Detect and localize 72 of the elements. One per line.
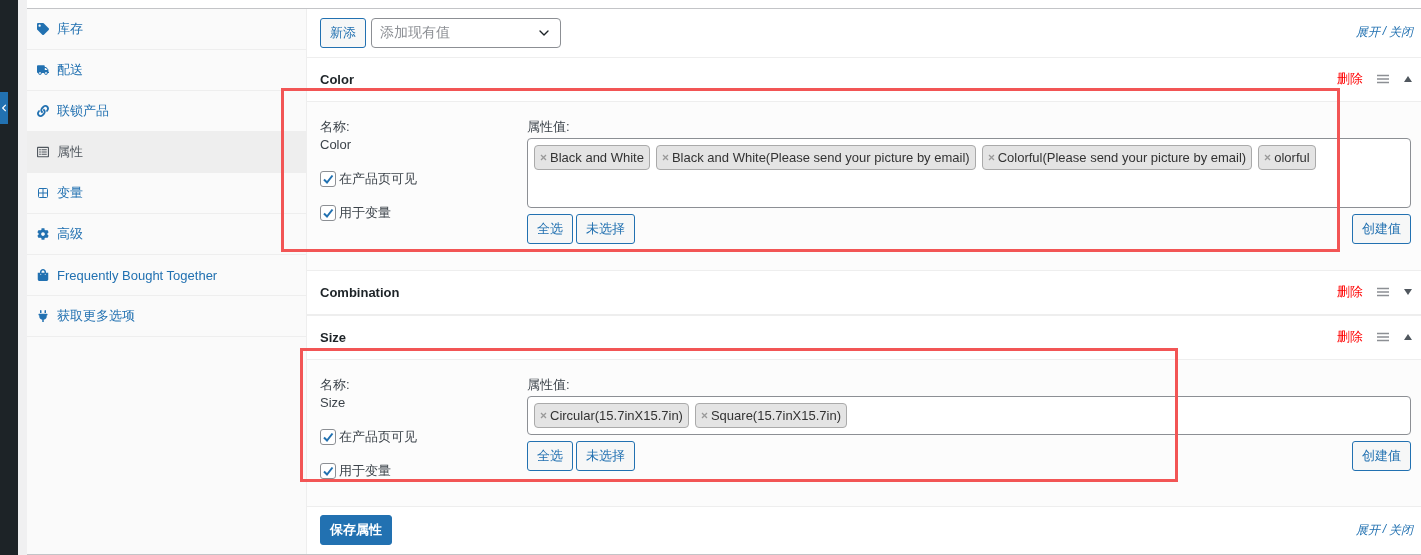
close-link[interactable]: 关闭 <box>1389 24 1413 42</box>
bag-icon <box>37 269 49 281</box>
value-tag[interactable]: Colorful(Please send your picture by email) <box>981 144 1253 170</box>
link-icon <box>37 105 49 117</box>
values-label: 属性值: <box>527 117 571 136</box>
attribute-name: Combination <box>320 284 400 300</box>
checkbox[interactable] <box>320 204 336 221</box>
checkbox[interactable] <box>320 170 336 187</box>
value-tag[interactable]: Circular(15.7inX15.7in) <box>534 402 689 428</box>
checkbox-label: 在产品页可见 <box>339 169 417 188</box>
value-tag[interactable]: olorful <box>1258 144 1316 170</box>
create-value-button[interactable]: 创建值 <box>1352 213 1411 244</box>
separator: / <box>1382 24 1386 41</box>
value-select[interactable]: 添加现有值 <box>371 17 561 48</box>
attribute-name: Size <box>320 329 346 345</box>
name-value: Color <box>320 135 353 154</box>
triangle-up-icon[interactable] <box>1403 333 1413 341</box>
checkbox[interactable] <box>320 462 336 479</box>
checkbox-label: 用于变量 <box>339 203 391 222</box>
expand-link[interactable]: 展开 <box>1355 24 1380 42</box>
chevron-left-icon <box>0 104 8 112</box>
select-none-button[interactable]: 未选择 <box>576 213 635 244</box>
checkbox-label: 用于变量 <box>339 461 391 480</box>
add-button[interactable]: 新添 <box>320 17 366 48</box>
value-tag[interactable]: Square(15.7inX15.7in) <box>694 402 848 428</box>
list-icon <box>37 146 49 158</box>
tag-icon <box>37 23 49 35</box>
triangle-up-icon[interactable] <box>1403 75 1413 83</box>
truck-icon <box>37 64 49 76</box>
sidebar-item[interactable]: 高级 <box>27 214 306 255</box>
drag-handle-icon[interactable] <box>1377 332 1389 342</box>
sidebar-item[interactable]: 属性 <box>27 132 306 173</box>
plug-icon <box>37 310 49 322</box>
drag-handle-icon[interactable] <box>1377 74 1389 84</box>
value-tag[interactable]: Black and White(Please send your picture by email) <box>655 144 976 170</box>
delete-link[interactable]: 删除 <box>1337 70 1363 88</box>
remove-icon[interactable] <box>540 411 547 419</box>
sidebar-item[interactable]: 库存 <box>27 9 306 50</box>
remove-icon[interactable] <box>987 153 995 161</box>
remove-icon[interactable] <box>1264 153 1272 161</box>
select-none-button[interactable]: 未选择 <box>576 440 635 471</box>
select-all-button[interactable]: 全选 <box>527 440 573 471</box>
sidebar-item[interactable]: Frequently Bought Together <box>27 255 306 296</box>
gear-icon <box>37 228 49 240</box>
checkbox[interactable] <box>320 428 336 445</box>
delete-link[interactable]: 删除 <box>1337 283 1363 301</box>
collapse-tab[interactable] <box>0 92 8 124</box>
select-all-button[interactable]: 全选 <box>527 213 573 244</box>
sidebar-item[interactable]: 变量 <box>27 173 306 214</box>
separator: / <box>1382 521 1386 538</box>
values-field[interactable]: Black and White Black and White(Please send your picture by email) Colorful(Please send your picture by email) olorful <box>527 137 1411 208</box>
create-value-button[interactable]: 创建值 <box>1352 440 1411 471</box>
sidebar-item[interactable]: 获取更多选项 <box>27 296 306 337</box>
attribute-name: Color <box>320 71 354 87</box>
expand-link[interactable]: 展开 <box>1355 521 1380 539</box>
close-link[interactable]: 关闭 <box>1389 521 1413 539</box>
remove-icon[interactable] <box>700 411 708 419</box>
name-value: Size <box>320 393 347 412</box>
checkbox-label: 在产品页可见 <box>339 427 417 446</box>
triangle-down-icon[interactable] <box>1403 288 1413 296</box>
delete-link[interactable]: 删除 <box>1337 328 1363 346</box>
sidebar-item[interactable]: 配送 <box>27 50 306 91</box>
save-attributes-button[interactable]: 保存属性 <box>320 515 392 546</box>
name-label: 名称: <box>320 375 351 394</box>
remove-icon[interactable] <box>661 153 669 161</box>
values-label: 属性值: <box>527 375 571 394</box>
value-tag[interactable]: Black and White <box>534 144 650 170</box>
name-label: 名称: <box>320 117 351 136</box>
remove-icon[interactable] <box>540 153 547 161</box>
grid-icon <box>37 187 49 199</box>
drag-handle-icon[interactable] <box>1377 287 1389 297</box>
values-field[interactable]: Circular(15.7inX15.7in) Square(15.7inX15.7in) <box>527 395 1411 435</box>
